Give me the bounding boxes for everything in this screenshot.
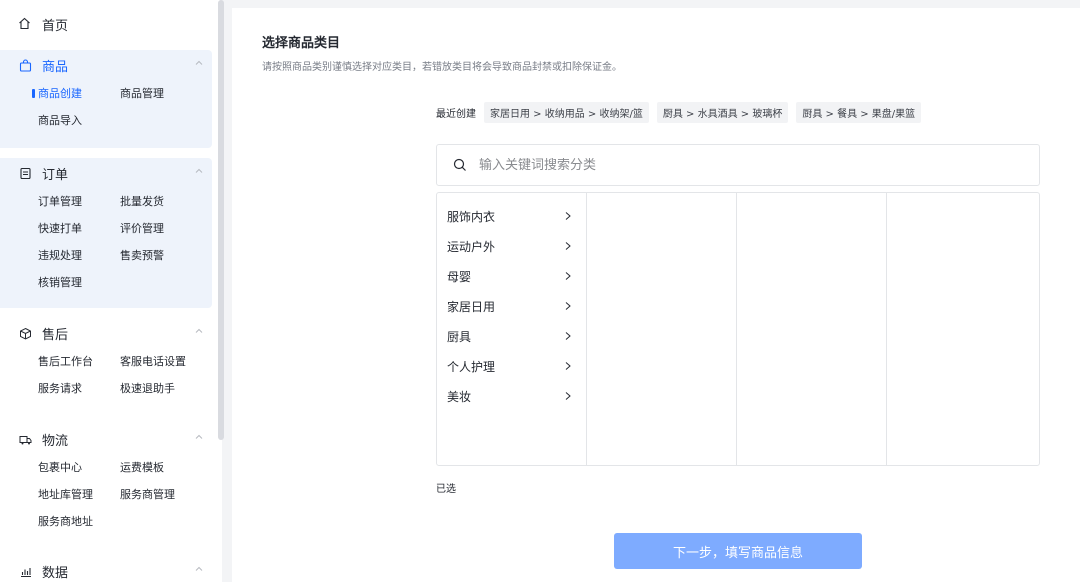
sidebar-scrollbar[interactable] (218, 0, 224, 440)
cascader-column-level4 (887, 193, 1039, 465)
sidebar-item-provider-manage[interactable]: 服务商管理 (120, 481, 210, 508)
category-cascader: 服饰内衣 运动户外 母婴 家居日用 厨具 个人护理 美妆 (436, 192, 1040, 466)
order-icon (18, 166, 32, 180)
category-option-label: 服饰内衣 (447, 209, 496, 224)
sidebar-item-review-manage[interactable]: 评价管理 (120, 215, 210, 242)
bag-icon (18, 58, 32, 72)
sidebar-group-title: 订单 (42, 167, 69, 183)
sidebar-group-header-logistics[interactable]: 物流 (0, 424, 212, 454)
category-option[interactable]: 运动户外 (437, 231, 586, 261)
sidebar-group-logistics: 物流 包裹中心 运费模板 地址库管理 服务商管理 服务商地址 (0, 424, 212, 546)
cascader-column-level2 (587, 193, 737, 465)
chevron-up-icon[interactable] (194, 432, 204, 442)
sidebar-item-address-lib[interactable]: 地址库管理 (38, 481, 120, 508)
sidebar: 首页 商品 商品创建 商品管理 商品导入 订单 订单管理 批量发货 快速打单 评… (0, 0, 222, 582)
selected-label: 已选 (436, 484, 456, 495)
chevron-up-icon[interactable] (194, 326, 204, 336)
recent-chip[interactable]: 家居日用 > 收纳用品 > 收纳架/篮 (484, 102, 649, 123)
sidebar-item-service-request[interactable]: 服务请求 (38, 375, 120, 402)
recent-categories: 最近创建 家居日用 > 收纳用品 > 收纳架/篮 厨具 > 水具酒具 > 玻璃杯… (436, 102, 929, 123)
home-icon (18, 17, 32, 31)
chevron-right-icon (565, 212, 571, 220)
recent-chip[interactable]: 厨具 > 水具酒具 > 玻璃杯 (656, 102, 789, 123)
chevron-right-icon (565, 272, 571, 280)
sidebar-item-home[interactable]: 首页 (0, 10, 212, 38)
sidebar-item-violation[interactable]: 违规处理 (38, 242, 120, 269)
sidebar-item-goods-import[interactable]: 商品导入 (38, 107, 120, 134)
cascader-column-level3 (737, 193, 887, 465)
sidebar-item-verify-manage[interactable]: 核销管理 (38, 269, 120, 296)
sidebar-item-aftersale-desk[interactable]: 售后工作台 (38, 348, 120, 375)
category-option-label: 个人护理 (447, 359, 496, 374)
box-icon (18, 326, 32, 340)
category-option[interactable]: 美妆 (437, 381, 586, 411)
truck-icon (18, 432, 32, 446)
chevron-right-icon (565, 242, 571, 250)
category-option[interactable]: 母婴 (437, 261, 586, 291)
sidebar-item-goods-create[interactable]: 商品创建 (32, 80, 120, 107)
sidebar-group-title: 物流 (42, 433, 69, 449)
sidebar-group-header-orders[interactable]: 订单 (0, 158, 212, 188)
sidebar-item-goods-manage[interactable]: 商品管理 (120, 80, 210, 107)
chevron-right-icon (565, 302, 571, 310)
category-option-label: 运动户外 (447, 239, 496, 254)
sidebar-item-fast-refund[interactable]: 极速退助手 (120, 375, 210, 402)
chevron-right-icon (565, 362, 571, 370)
category-option-label: 美妆 (447, 389, 472, 404)
main-panel: 选择商品类目 请按照商品类别谨慎选择对应类目，若错放类目将会导致商品封禁或扣除保… (232, 8, 1080, 582)
sidebar-group-goods: 商品 商品创建 商品管理 商品导入 (0, 50, 212, 148)
sidebar-item-provider-address[interactable]: 服务商地址 (38, 508, 120, 535)
sidebar-group-data: 数据 (0, 556, 212, 582)
next-step-button[interactable]: 下一步，填写商品信息 (614, 533, 862, 569)
sidebar-group-header-goods[interactable]: 商品 (0, 50, 212, 80)
category-option-label: 厨具 (447, 329, 472, 344)
sidebar-item-batch-ship[interactable]: 批量发货 (120, 188, 210, 215)
category-option[interactable]: 厨具 (437, 321, 586, 351)
sidebar-item-order-manage[interactable]: 订单管理 (38, 188, 120, 215)
sidebar-item-sale-warning[interactable]: 售卖预警 (120, 242, 210, 269)
category-option-label: 家居日用 (447, 299, 496, 314)
cascader-column-level1: 服饰内衣 运动户外 母婴 家居日用 厨具 个人护理 美妆 (437, 193, 587, 465)
sidebar-group-header-data[interactable]: 数据 (0, 556, 212, 582)
category-option[interactable]: 个人护理 (437, 351, 586, 381)
search-icon (453, 158, 466, 171)
sidebar-group-title: 商品 (42, 59, 69, 75)
sidebar-item-quick-print[interactable]: 快速打单 (38, 215, 120, 242)
chevron-right-icon (565, 332, 571, 340)
page-subtitle: 请按照商品类别谨慎选择对应类目，若错放类目将会导致商品封禁或扣除保证金。 (262, 62, 622, 73)
category-option-label: 母婴 (447, 269, 472, 284)
search-input[interactable] (479, 157, 979, 173)
sidebar-item-parcel-center[interactable]: 包裹中心 (38, 454, 120, 481)
sidebar-group-title: 售后 (42, 327, 69, 343)
recent-chip[interactable]: 厨具 > 餐具 > 果盘/果篮 (796, 102, 922, 123)
chevron-up-icon[interactable] (194, 564, 204, 574)
sidebar-group-title: 数据 (42, 565, 69, 581)
sidebar-group-header-aftersale[interactable]: 售后 (0, 318, 212, 348)
sidebar-group-aftersale: 售后 售后工作台 客服电话设置 服务请求 极速退助手 (0, 318, 212, 414)
page-title: 选择商品类目 (262, 36, 341, 51)
chart-icon (18, 564, 32, 578)
chevron-up-icon[interactable] (194, 58, 204, 68)
recent-label: 最近创建 (436, 109, 476, 120)
category-search (436, 144, 1040, 186)
chevron-up-icon[interactable] (194, 166, 204, 176)
sidebar-group-orders: 订单 订单管理 批量发货 快速打单 评价管理 违规处理 售卖预警 核销管理 (0, 158, 212, 308)
category-option[interactable]: 服饰内衣 (437, 201, 586, 231)
sidebar-item-freight-template[interactable]: 运费模板 (120, 454, 210, 481)
category-option[interactable]: 家居日用 (437, 291, 586, 321)
sidebar-item-cs-phone[interactable]: 客服电话设置 (120, 348, 210, 375)
chevron-right-icon (565, 392, 571, 400)
sidebar-home-label: 首页 (42, 18, 69, 34)
